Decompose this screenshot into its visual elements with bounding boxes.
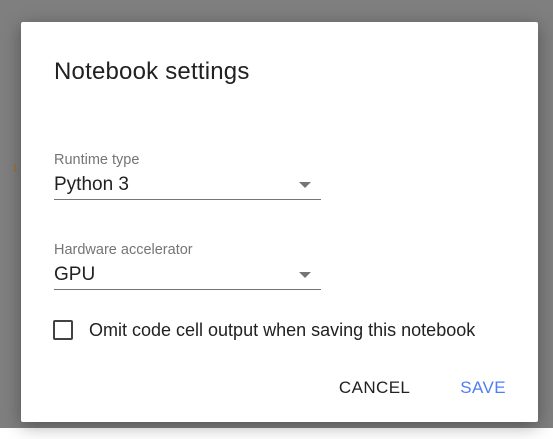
backdrop-code-fragment: 1 [12,164,18,174]
chevron-down-icon [299,182,311,188]
checkbox-unchecked-icon[interactable] [53,320,73,340]
dialog-actions: CANCEL SAVE [297,374,514,402]
hardware-accelerator-select[interactable]: GPU [54,263,321,290]
backdrop-strip [0,428,553,439]
runtime-type-field: Runtime type Python 3 [54,152,321,200]
cancel-button[interactable]: CANCEL [331,374,418,402]
runtime-type-label: Runtime type [54,152,140,168]
dialog-title: Notebook settings [54,58,250,85]
notebook-settings-dialog: Notebook settings Runtime type Python 3 … [21,22,538,422]
runtime-type-value: Python 3 [54,174,129,195]
chevron-down-icon [299,272,311,278]
runtime-type-select[interactable]: Python 3 [54,173,321,200]
hardware-accelerator-label: Hardware accelerator [54,242,193,258]
omit-output-option[interactable]: Omit code cell output when saving this n… [53,318,475,342]
omit-output-label[interactable]: Omit code cell output when saving this n… [89,320,475,341]
hardware-accelerator-value: GPU [54,264,96,285]
hardware-accelerator-field: Hardware accelerator GPU [54,242,321,290]
save-button[interactable]: SAVE [452,374,514,402]
